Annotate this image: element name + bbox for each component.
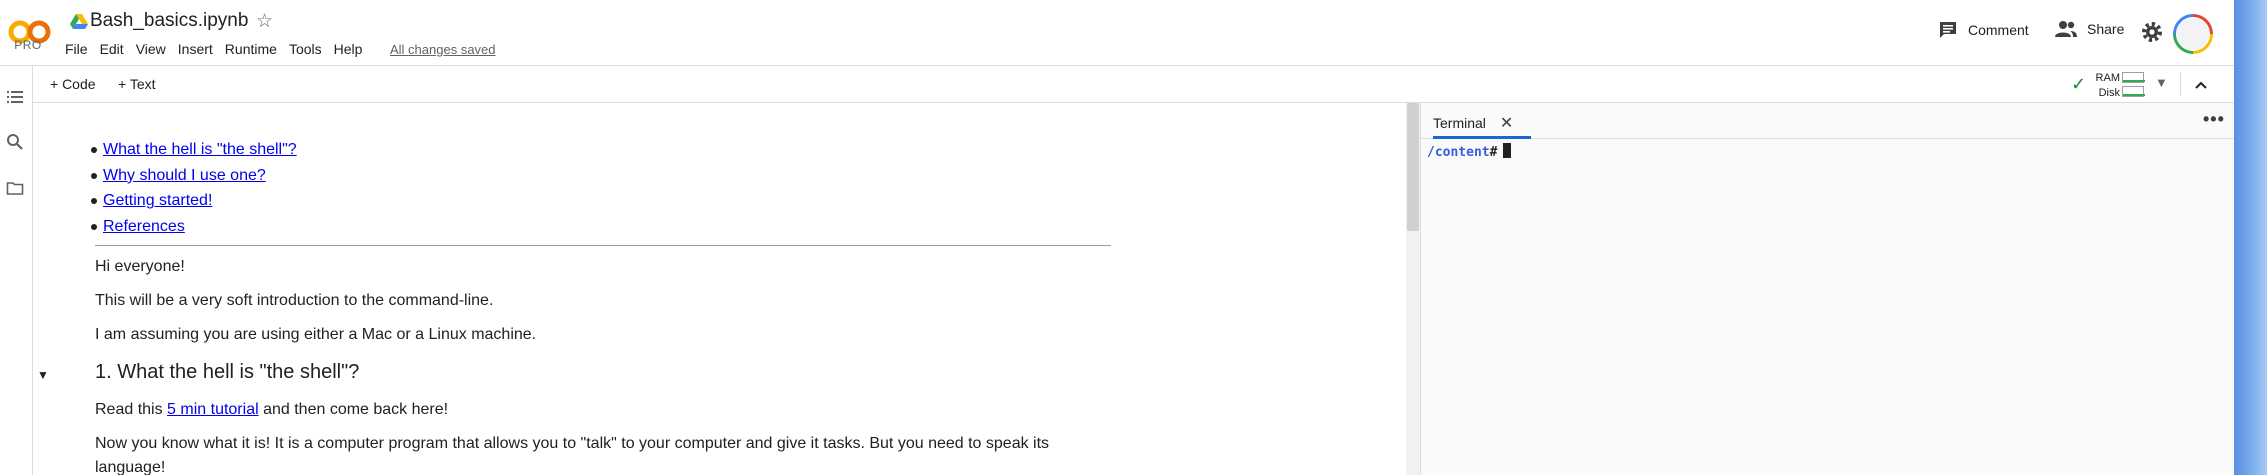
collapse-caret-icon[interactable]: ▼	[37, 368, 49, 382]
disk-meter	[2122, 86, 2145, 97]
paragraph-shell-line2: language!	[95, 459, 166, 475]
active-tab-indicator	[1433, 136, 1531, 139]
share-button[interactable]: Share	[2055, 20, 2124, 38]
ram-meter	[2122, 72, 2145, 83]
read-before-text: Read this	[95, 401, 168, 418]
terminal-path: /content	[1427, 145, 1490, 160]
avatar-image	[2176, 17, 2210, 51]
add-text-button[interactable]: + Text	[118, 76, 156, 92]
terminal-cursor	[1503, 143, 1512, 158]
list-item: Getting started!	[91, 188, 297, 214]
comment-icon	[1940, 22, 1956, 38]
menu-view[interactable]: View	[136, 41, 172, 57]
chevron-down-icon[interactable]: ▼	[2155, 75, 2168, 90]
section-heading: 1. What the hell is "the shell"?	[95, 361, 360, 383]
horizontal-rule	[95, 245, 1111, 246]
terminal-output[interactable]: /content#	[1427, 143, 1512, 160]
notebook-title[interactable]: Bash_basics.ipynb	[90, 10, 248, 32]
menu-edit[interactable]: Edit	[100, 41, 130, 57]
list-item: What the hell is "the shell"?	[91, 137, 297, 163]
disk-label: Disk	[2098, 87, 2120, 99]
more-options-icon[interactable]: •••	[2203, 109, 2225, 130]
gear-icon[interactable]	[2140, 20, 2164, 44]
notebook-content: What the hell is "the shell"? Why should…	[33, 103, 1406, 475]
paragraph-read-tutorial: Read this 5 min tutorial and then come b…	[95, 401, 448, 419]
list-item: Why should I use one?	[91, 163, 297, 189]
resource-labels[interactable]: RAM Disk	[2094, 71, 2120, 101]
left-rail	[0, 66, 33, 475]
toc-link-shell[interactable]: What the hell is "the shell"?	[103, 141, 297, 158]
paragraph-shell-line1: Now you know what it is! It is a compute…	[95, 435, 1050, 452]
terminal-pane: Terminal ✕ ••• /content#	[1420, 103, 2235, 475]
toc-link-references[interactable]: References	[103, 218, 185, 235]
toc-link-getting-started[interactable]: Getting started!	[103, 192, 212, 209]
paragraph-assumption: I am assuming you are using either a Mac…	[95, 326, 537, 343]
connected-check-icon[interactable]: ✓	[2071, 74, 2086, 95]
chevron-up-icon[interactable]	[2193, 77, 2209, 93]
add-code-button[interactable]: + Code	[50, 76, 96, 92]
terminal-tab-bar: Terminal ✕ •••	[1421, 103, 2235, 139]
notebook-toolbar: + Code + Text ✓ RAM Disk ▼	[0, 66, 2234, 103]
terminal-tab-label: Terminal	[1433, 115, 1486, 131]
close-icon[interactable]: ✕	[1500, 113, 1513, 133]
folder-icon[interactable]	[6, 179, 24, 197]
paragraph-intro: This will be a very soft introduction to…	[95, 292, 494, 309]
search-icon[interactable]	[6, 133, 24, 151]
menu-runtime[interactable]: Runtime	[225, 41, 283, 57]
notebook-scrollbar-thumb[interactable]	[1407, 103, 1419, 231]
tab-terminal[interactable]: Terminal ✕	[1433, 113, 1513, 133]
menu-file[interactable]: File	[65, 41, 94, 57]
toc-link-why[interactable]: Why should I use one?	[103, 167, 266, 184]
list-item: References	[91, 214, 297, 240]
avatar[interactable]	[2173, 14, 2213, 54]
terminal-prompt: #	[1489, 145, 1498, 160]
people-icon	[2055, 21, 2077, 37]
ram-label: RAM	[2095, 72, 2120, 84]
menu-tools[interactable]: Tools	[289, 41, 328, 57]
toc-list: What the hell is "the shell"? Why should…	[91, 137, 297, 240]
star-icon[interactable]: ☆	[256, 10, 273, 33]
comment-label: Comment	[1968, 22, 2029, 38]
menu-help[interactable]: Help	[334, 41, 369, 57]
paragraph-greeting: Hi everyone!	[95, 258, 185, 275]
app-header: PRO Bash_basics.ipynb ☆ File Edit View I…	[0, 0, 2234, 66]
tutorial-link[interactable]: 5 min tutorial	[167, 401, 259, 418]
table-of-contents-icon[interactable]	[6, 88, 24, 106]
toolbar-divider	[2180, 72, 2181, 96]
comment-button[interactable]: Comment	[1938, 20, 2029, 40]
resource-meters[interactable]	[2122, 72, 2145, 100]
share-label: Share	[2087, 21, 2125, 37]
menu-insert[interactable]: Insert	[178, 41, 219, 57]
save-status[interactable]: All changes saved	[390, 42, 496, 57]
google-drive-icon	[70, 14, 88, 29]
plan-label: PRO	[14, 38, 42, 52]
read-after-text: and then come back here!	[258, 401, 449, 418]
menu-bar: File Edit View Insert Runtime Tools Help	[65, 41, 374, 57]
desktop-edge	[2234, 0, 2267, 475]
